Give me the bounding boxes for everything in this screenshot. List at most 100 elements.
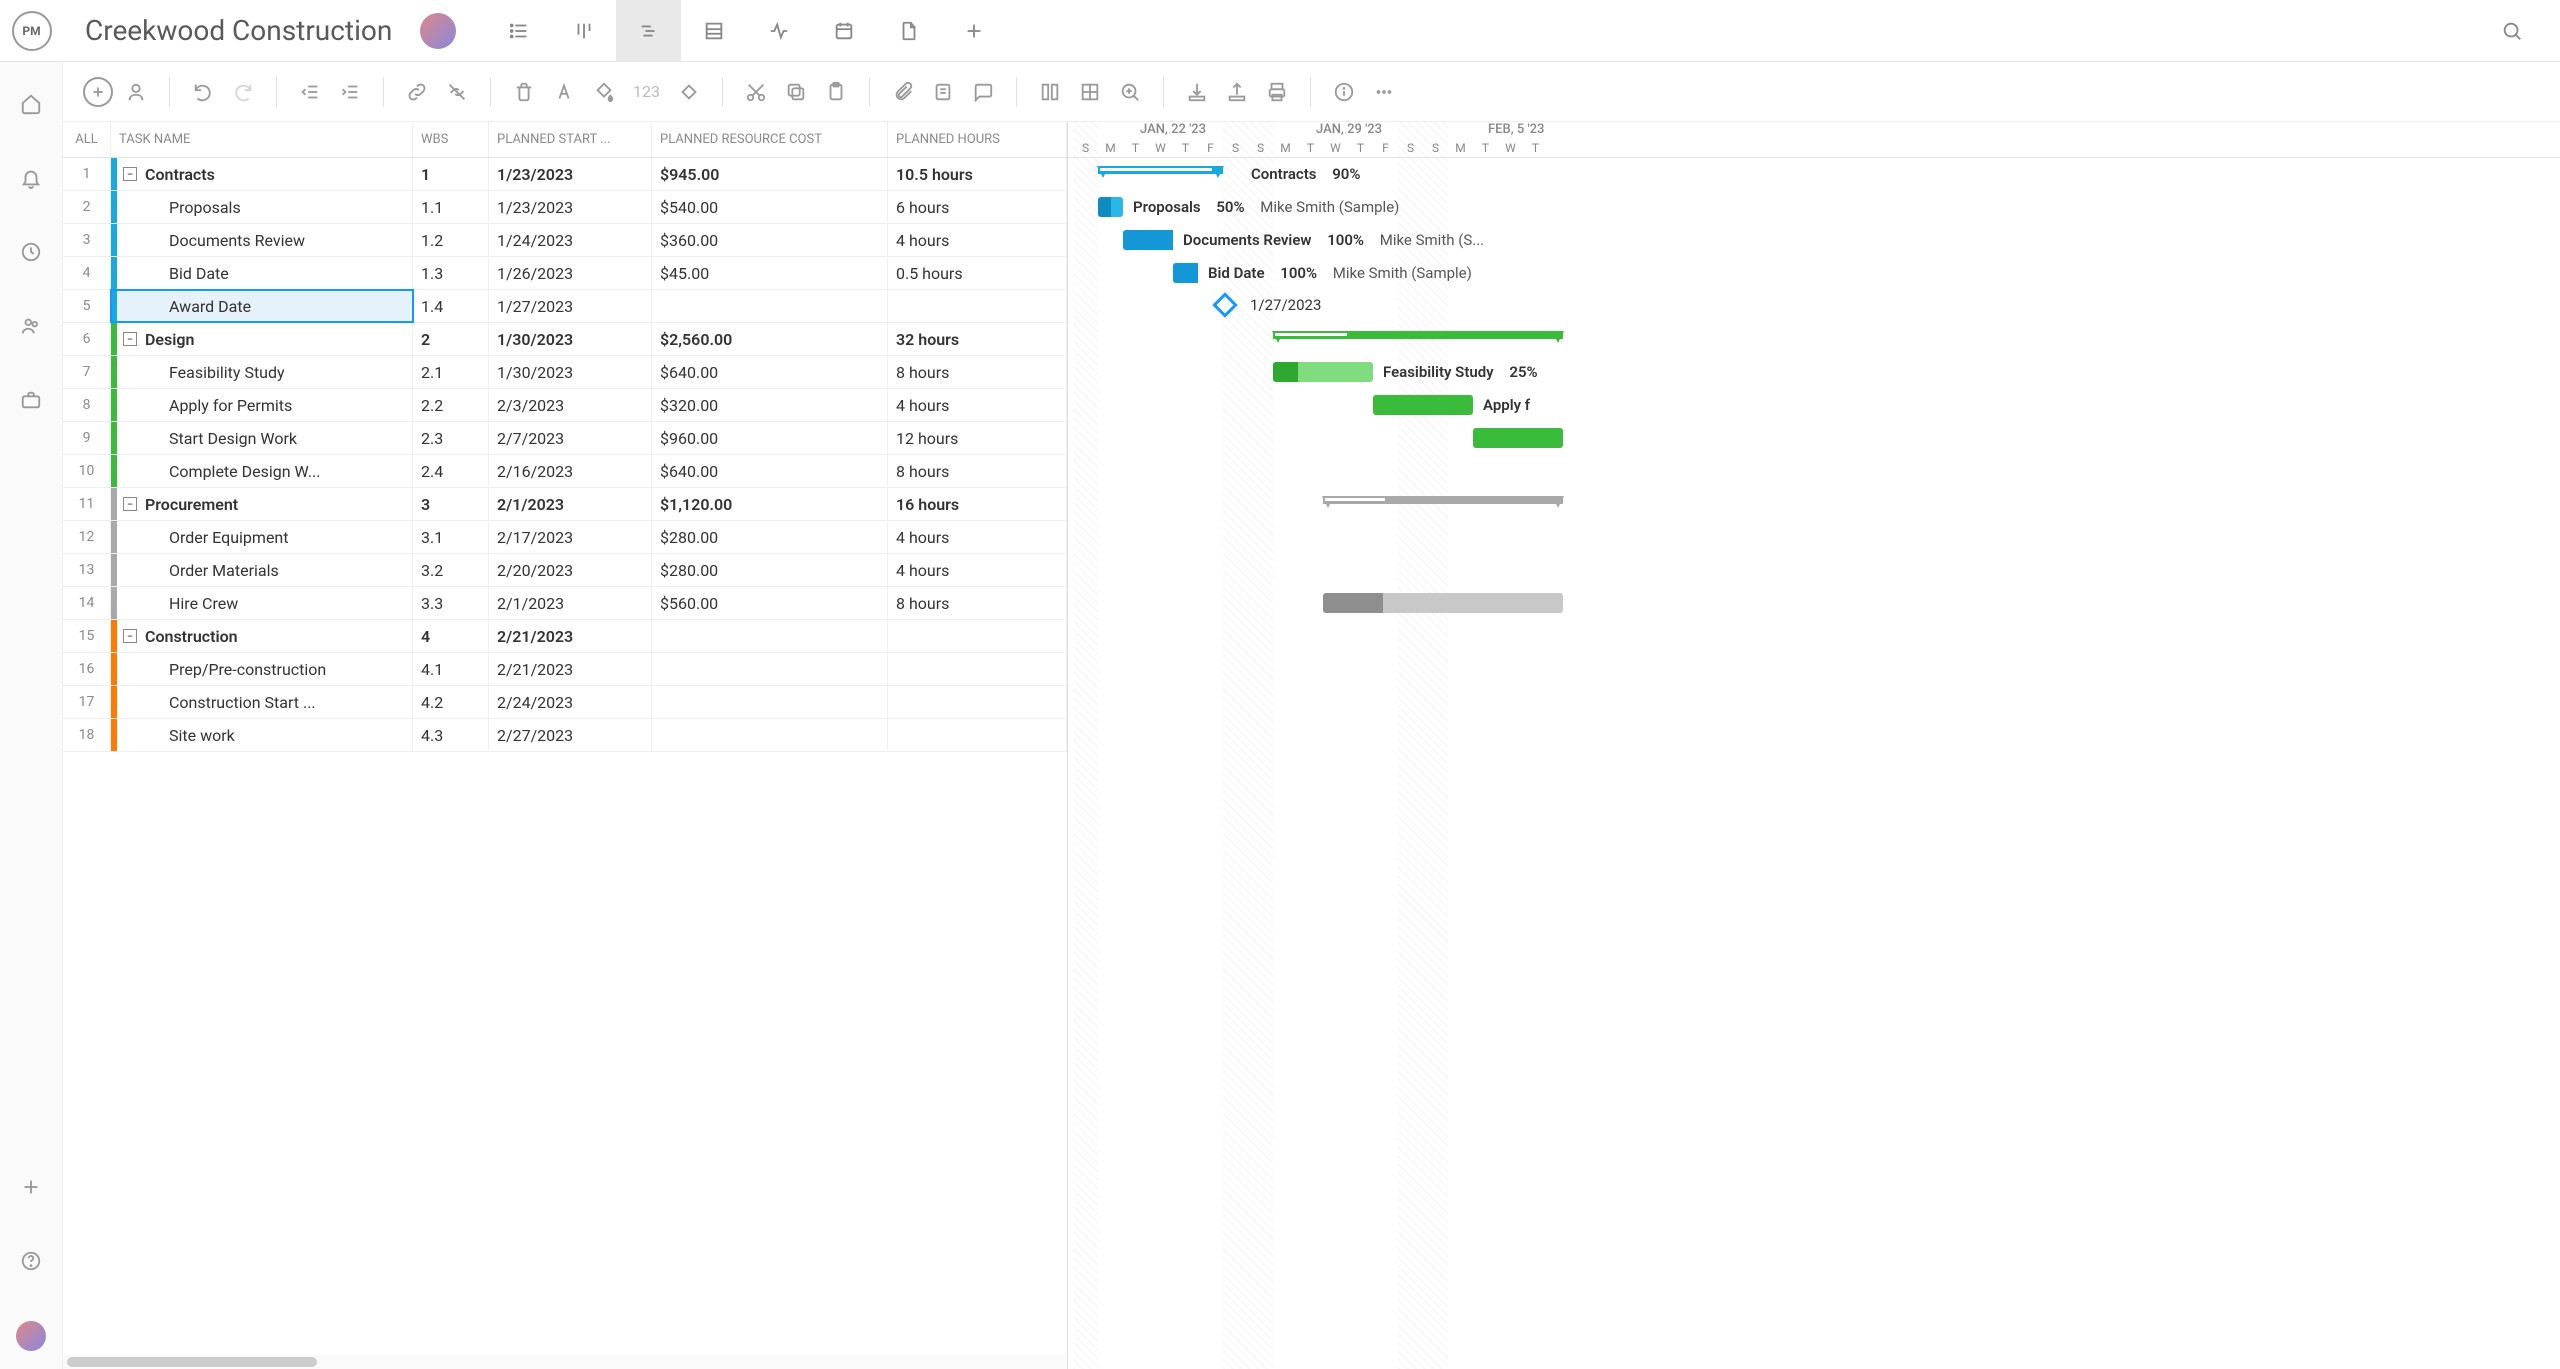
cell-start[interactable]: 2/27/2023 xyxy=(489,719,652,751)
cell-wbs[interactable]: 3 xyxy=(413,488,489,520)
indent-icon[interactable] xyxy=(333,75,367,109)
col-planned-hours[interactable]: PLANNED HOURS xyxy=(888,122,1067,157)
attach-icon[interactable] xyxy=(886,75,920,109)
cell-hours[interactable]: 32 hours xyxy=(888,323,1067,355)
cell-hours[interactable]: 4 hours xyxy=(888,224,1067,256)
cell-wbs[interactable]: 4 xyxy=(413,620,489,652)
milestone-icon[interactable] xyxy=(672,75,706,109)
cell-cost[interactable]: $360.00 xyxy=(652,224,888,256)
table-row[interactable]: 9Start Design Work2.32/7/2023$960.0012 h… xyxy=(63,422,1067,455)
cell-hours[interactable] xyxy=(888,719,1067,751)
view-add-icon[interactable] xyxy=(941,0,1006,62)
cell-cost[interactable]: $960.00 xyxy=(652,422,888,454)
cell-wbs[interactable]: 2.2 xyxy=(413,389,489,421)
cell-hours[interactable] xyxy=(888,686,1067,718)
cell-start[interactable]: 2/1/2023 xyxy=(489,488,652,520)
cell-cost[interactable] xyxy=(652,719,888,751)
cell-hours[interactable]: 12 hours xyxy=(888,422,1067,454)
cell-start[interactable]: 2/20/2023 xyxy=(489,554,652,586)
table-row[interactable]: 2Proposals1.11/23/2023$540.006 hours xyxy=(63,191,1067,224)
table-row[interactable]: 12Order Equipment3.12/17/2023$280.004 ho… xyxy=(63,521,1067,554)
gantt-task-bar[interactable]: Apply f xyxy=(1373,395,1473,415)
cell-wbs[interactable]: 1.2 xyxy=(413,224,489,256)
info-icon[interactable] xyxy=(1327,75,1361,109)
cell-hours[interactable] xyxy=(888,290,1067,322)
cell-hours[interactable] xyxy=(888,620,1067,652)
table-row[interactable]: 5Award Date1.41/27/2023 xyxy=(63,290,1067,323)
collapse-icon[interactable]: − xyxy=(123,497,137,511)
cell-start[interactable]: 1/23/2023 xyxy=(489,191,652,223)
view-list-icon[interactable] xyxy=(486,0,551,62)
delete-icon[interactable] xyxy=(507,75,541,109)
task-name-cell[interactable]: Feasibility Study xyxy=(111,356,413,388)
view-gantt-icon[interactable] xyxy=(616,0,681,62)
table-row[interactable]: 15−Construction42/21/2023 xyxy=(63,620,1067,653)
task-name-cell[interactable]: Order Equipment xyxy=(111,521,413,553)
cell-cost[interactable]: $45.00 xyxy=(652,257,888,289)
cell-start[interactable]: 1/24/2023 xyxy=(489,224,652,256)
cell-hours[interactable]: 4 hours xyxy=(888,554,1067,586)
table-row[interactable]: 4Bid Date1.31/26/2023$45.000.5 hours xyxy=(63,257,1067,290)
task-name-cell[interactable]: Complete Design W... xyxy=(111,455,413,487)
home-icon[interactable] xyxy=(17,90,45,118)
cell-hours[interactable]: 10.5 hours xyxy=(888,158,1067,190)
cell-hours[interactable]: 6 hours xyxy=(888,191,1067,223)
cell-start[interactable]: 2/21/2023 xyxy=(489,653,652,685)
cell-cost[interactable]: $640.00 xyxy=(652,356,888,388)
export-icon[interactable] xyxy=(1220,75,1254,109)
paste-icon[interactable] xyxy=(819,75,853,109)
collapse-icon[interactable]: − xyxy=(123,332,137,346)
cell-cost[interactable]: $280.00 xyxy=(652,521,888,553)
task-name-cell[interactable]: Start Design Work xyxy=(111,422,413,454)
table-row[interactable]: 3Documents Review1.21/24/2023$360.004 ho… xyxy=(63,224,1067,257)
redo-icon[interactable] xyxy=(226,75,260,109)
zoom-icon[interactable] xyxy=(1113,75,1147,109)
cell-cost[interactable]: $540.00 xyxy=(652,191,888,223)
cell-start[interactable]: 1/30/2023 xyxy=(489,323,652,355)
table-row[interactable]: 11−Procurement32/1/2023$1,120.0016 hours xyxy=(63,488,1067,521)
task-name-cell[interactable]: Award Date xyxy=(111,290,413,322)
plus-icon[interactable] xyxy=(17,1173,45,1201)
comment-icon[interactable] xyxy=(966,75,1000,109)
briefcase-icon[interactable] xyxy=(17,386,45,414)
task-name-cell[interactable]: Apply for Permits xyxy=(111,389,413,421)
cell-wbs[interactable]: 1.1 xyxy=(413,191,489,223)
cell-wbs[interactable]: 3.2 xyxy=(413,554,489,586)
table-row[interactable]: 14Hire Crew3.32/1/2023$560.008 hours xyxy=(63,587,1067,620)
link-icon[interactable] xyxy=(400,75,434,109)
cell-start[interactable]: 2/17/2023 xyxy=(489,521,652,553)
col-all[interactable]: ALL xyxy=(63,122,111,157)
cell-cost[interactable] xyxy=(652,686,888,718)
add-task-icon[interactable] xyxy=(83,77,113,107)
col-planned-cost[interactable]: PLANNED RESOURCE COST xyxy=(652,122,888,157)
task-name-cell[interactable]: Prep/Pre-construction xyxy=(111,653,413,685)
table-row[interactable]: 13Order Materials3.22/20/2023$280.004 ho… xyxy=(63,554,1067,587)
gantt-milestone[interactable] xyxy=(1212,292,1237,317)
table-row[interactable]: 10Complete Design W...2.42/16/2023$640.0… xyxy=(63,455,1067,488)
app-logo[interactable]: PM xyxy=(0,11,63,51)
cell-wbs[interactable]: 3.1 xyxy=(413,521,489,553)
task-name-cell[interactable]: Proposals xyxy=(111,191,413,223)
cell-wbs[interactable]: 2.4 xyxy=(413,455,489,487)
gantt-chart[interactable]: JAN, 22 '23JAN, 29 '23FEB, 5 '23SMTWTFSS… xyxy=(1068,122,2560,1369)
cell-cost[interactable]: $320.00 xyxy=(652,389,888,421)
cell-hours[interactable]: 4 hours xyxy=(888,389,1067,421)
table-row[interactable]: 6−Design21/30/2023$2,560.0032 hours xyxy=(63,323,1067,356)
user-avatar[interactable] xyxy=(16,1321,46,1351)
help-icon[interactable] xyxy=(17,1247,45,1275)
table-row[interactable]: 1−Contracts11/23/2023$945.0010.5 hours xyxy=(63,158,1067,191)
grid-icon[interactable] xyxy=(1073,75,1107,109)
columns-icon[interactable] xyxy=(1033,75,1067,109)
cell-start[interactable]: 1/26/2023 xyxy=(489,257,652,289)
cell-hours[interactable]: 8 hours xyxy=(888,587,1067,619)
cell-wbs[interactable]: 1 xyxy=(413,158,489,190)
cell-cost[interactable]: $560.00 xyxy=(652,587,888,619)
cell-hours[interactable]: 8 hours xyxy=(888,356,1067,388)
cell-wbs[interactable]: 4.1 xyxy=(413,653,489,685)
import-icon[interactable] xyxy=(1180,75,1214,109)
cell-start[interactable]: 1/30/2023 xyxy=(489,356,652,388)
cell-hours[interactable]: 16 hours xyxy=(888,488,1067,520)
table-row[interactable]: 7Feasibility Study2.11/30/2023$640.008 h… xyxy=(63,356,1067,389)
cell-wbs[interactable]: 1.3 xyxy=(413,257,489,289)
cell-cost[interactable]: $1,120.00 xyxy=(652,488,888,520)
